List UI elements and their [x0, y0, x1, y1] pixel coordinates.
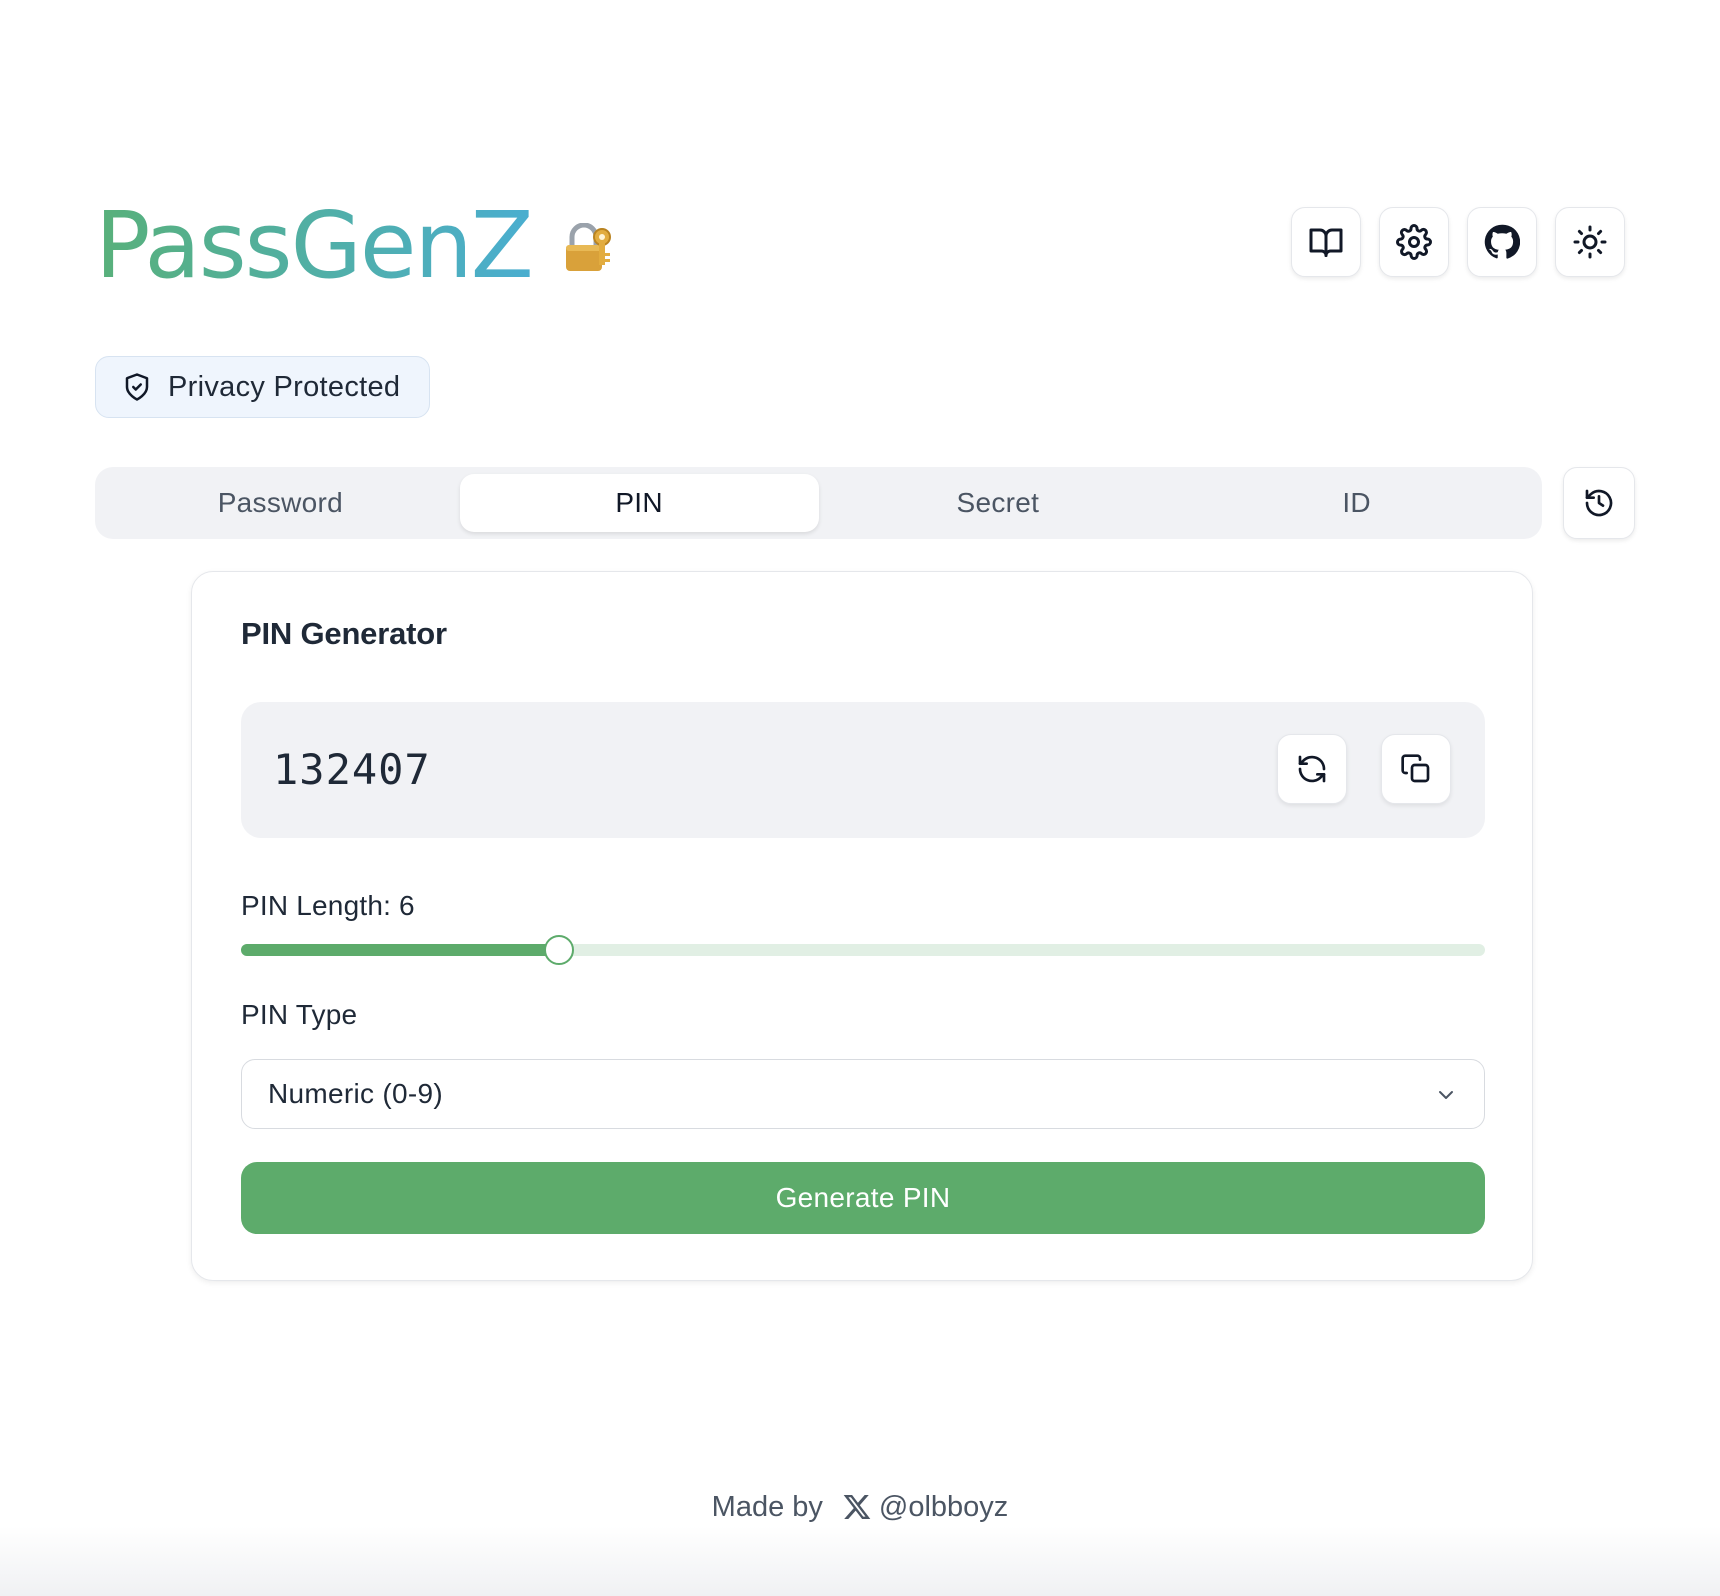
x-logo-icon[interactable]: [841, 1491, 873, 1523]
generate-pin-button[interactable]: Generate PIN: [241, 1162, 1485, 1234]
slider-thumb[interactable]: [544, 935, 575, 965]
github-button[interactable]: [1467, 207, 1537, 277]
pin-value: 132407: [273, 745, 431, 794]
copy-icon: [1401, 754, 1430, 783]
tab-password[interactable]: Password: [101, 474, 460, 532]
tab-pin[interactable]: PIN: [459, 474, 819, 532]
theme-toggle-button[interactable]: [1555, 207, 1625, 277]
slider-fill: [241, 944, 560, 956]
pin-type-label: PIN Type: [241, 999, 358, 1030]
tab-secret[interactable]: Secret: [819, 474, 1178, 532]
app-logo: PassGenZ: [95, 196, 614, 296]
regenerate-button[interactable]: [1277, 734, 1347, 804]
settings-button[interactable]: [1379, 207, 1449, 277]
pin-generator-card: PIN Generator 132407 PIN Length: 6 PIN T…: [191, 571, 1533, 1281]
book-icon: [1309, 228, 1343, 257]
pin-type-select[interactable]: Numeric (0-9): [241, 1059, 1485, 1129]
footer: Made by @olbboyz: [0, 1485, 1720, 1529]
generator-tabs: Password PIN Secret ID: [95, 467, 1542, 539]
tab-id[interactable]: ID: [1177, 474, 1536, 532]
pin-output-box: 132407: [241, 702, 1485, 838]
pin-length-label: PIN Length: 6: [241, 890, 415, 921]
lock-with-key-icon: [565, 223, 611, 271]
privacy-label: Privacy Protected: [168, 370, 401, 403]
history-icon: [1585, 489, 1613, 517]
chevron-down-icon: [1439, 1091, 1453, 1099]
pin-type-selected: Numeric (0-9): [268, 1078, 444, 1109]
pin-length-slider[interactable]: [241, 935, 1485, 965]
app-title: PassGenZ: [95, 192, 534, 299]
bottom-fade: [0, 1526, 1720, 1596]
privacy-badge: Privacy Protected: [95, 356, 430, 418]
docs-button[interactable]: [1291, 207, 1361, 277]
github-icon: [1484, 224, 1520, 259]
sun-icon: [1573, 225, 1607, 259]
footer-prefix: Made by: [711, 1490, 823, 1523]
copy-button[interactable]: [1381, 734, 1451, 804]
card-title: PIN Generator: [241, 616, 447, 651]
refresh-icon: [1298, 755, 1326, 783]
history-button[interactable]: [1563, 467, 1635, 539]
gear-icon: [1396, 224, 1432, 260]
shield-check-icon: [125, 373, 149, 401]
footer-handle[interactable]: @olbboyz: [879, 1491, 1008, 1524]
